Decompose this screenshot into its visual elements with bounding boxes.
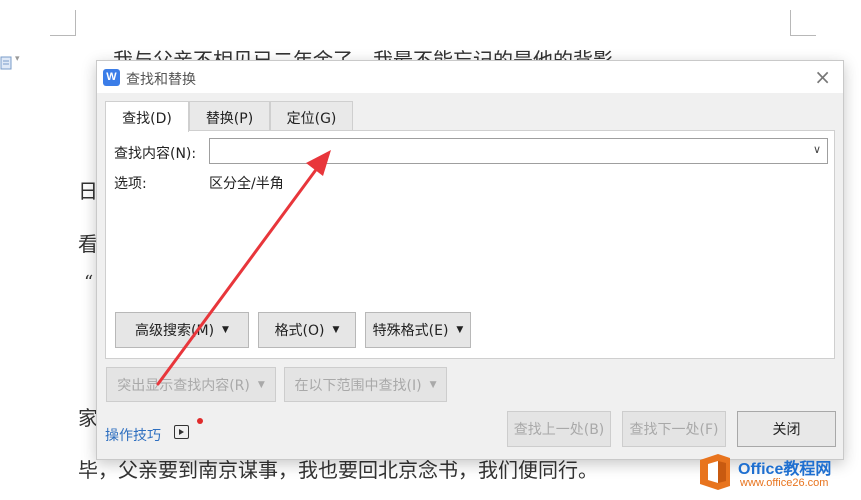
close-icon[interactable]: × bbox=[814, 65, 831, 89]
find-previous-button[interactable]: 查找上一处(B) bbox=[507, 411, 611, 447]
caret-down-icon: ▼ bbox=[257, 379, 265, 390]
find-what-combobox[interactable]: ∨ bbox=[209, 138, 828, 164]
document-icon[interactable] bbox=[0, 56, 12, 70]
crop-mark-top-right bbox=[790, 10, 816, 36]
watermark-site: www.office26.com bbox=[740, 477, 829, 489]
format-label: 格式(O) bbox=[274, 323, 325, 339]
advanced-search-button[interactable]: 高级搜索(M) ▼ bbox=[115, 312, 249, 348]
options-value: 区分全/半角 bbox=[209, 176, 284, 192]
tab-goto[interactable]: 定位(G) bbox=[270, 101, 353, 131]
find-next-button[interactable]: 查找下一处(F) bbox=[622, 411, 726, 447]
watermark: Office教程网 www.office26.com bbox=[696, 452, 856, 496]
wps-logo-icon: W bbox=[103, 69, 120, 86]
document-side-char: 日 bbox=[78, 179, 98, 203]
find-tab-panel: 查找内容(N): ∨ 选项: 区分全/半角 高级搜索(M) ▼ 格式(O) ▼ … bbox=[105, 130, 835, 359]
notification-dot bbox=[197, 418, 203, 424]
video-play-icon[interactable] bbox=[174, 425, 189, 439]
special-format-button[interactable]: 特殊格式(E) ▼ bbox=[365, 312, 471, 348]
chevron-down-icon[interactable]: ∨ bbox=[813, 143, 821, 156]
document-side-char: 看 bbox=[78, 232, 98, 256]
find-in-range-button[interactable]: 在以下范围中查找(I) ▼ bbox=[284, 367, 447, 402]
caret-down-icon: ▼ bbox=[429, 379, 437, 390]
document-side-char: 家 bbox=[78, 406, 98, 430]
tab-find[interactable]: 查找(D) bbox=[105, 101, 189, 132]
highlight-find-button[interactable]: 突出显示查找内容(R) ▼ bbox=[106, 367, 276, 402]
find-what-input[interactable] bbox=[214, 142, 794, 160]
format-button[interactable]: 格式(O) ▼ bbox=[258, 312, 356, 348]
dialog-title: 查找和替换 bbox=[126, 72, 196, 88]
watermark-brand: Office教程网 bbox=[738, 461, 832, 478]
office-logo-icon bbox=[700, 454, 730, 490]
find-replace-dialog: W 查找和替换 × 查找(D) 替换(P) 定位(G) 查找内容(N): ∨ 选… bbox=[96, 60, 844, 460]
close-button[interactable]: 关闭 bbox=[737, 411, 836, 447]
caret-down-icon: ▼ bbox=[222, 325, 229, 335]
options-label: 选项: bbox=[114, 176, 147, 192]
find-what-label: 查找内容(N): bbox=[114, 146, 197, 162]
highlight-find-label: 突出显示查找内容(R) bbox=[117, 377, 250, 394]
advanced-search-label: 高级搜索(M) bbox=[135, 323, 215, 339]
caret-down-icon: ▼ bbox=[332, 325, 340, 335]
tips-link[interactable]: 操作技巧 bbox=[105, 425, 161, 445]
document-side-char: “ bbox=[84, 272, 94, 293]
tab-replace[interactable]: 替换(P) bbox=[189, 101, 270, 131]
document-icon-caret-icon[interactable]: ▾ bbox=[15, 54, 20, 64]
dialog-titlebar[interactable]: W 查找和替换 × bbox=[97, 61, 843, 93]
find-in-range-label: 在以下范围中查找(I) bbox=[294, 377, 422, 394]
crop-mark-top-left bbox=[50, 10, 76, 36]
special-format-label: 特殊格式(E) bbox=[372, 323, 449, 339]
caret-down-icon: ▼ bbox=[456, 325, 464, 335]
